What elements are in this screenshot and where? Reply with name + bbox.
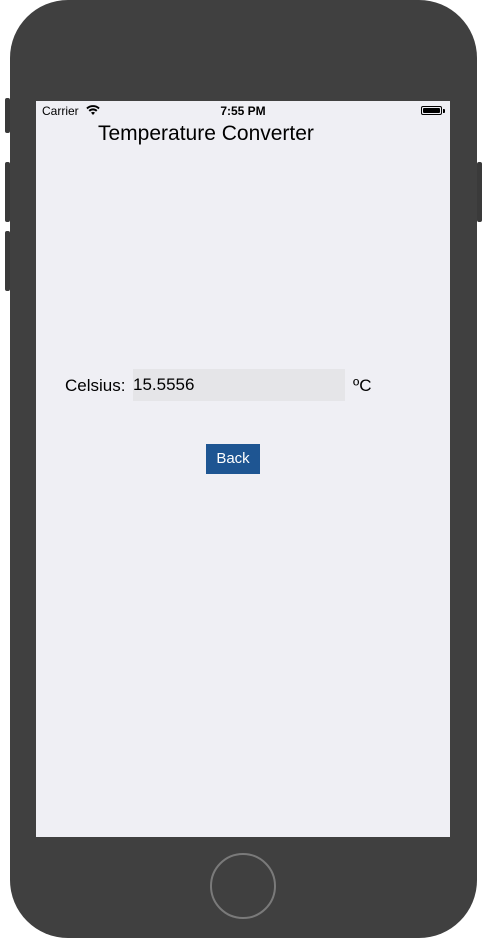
battery-icon — [421, 106, 442, 115]
celsius-label: Celsius: — [65, 376, 126, 395]
battery-tip — [443, 109, 445, 113]
status-time: 7:55 PM — [220, 104, 266, 118]
home-button[interactable] — [210, 853, 276, 919]
celsius-input[interactable]: 15.5556 — [133, 369, 345, 401]
back-button[interactable]: Back — [206, 444, 260, 474]
volume-down-button — [5, 231, 10, 291]
volume-up-button — [5, 162, 10, 222]
mute-switch — [5, 98, 10, 133]
status-bar: Carrier 7:55 PM — [36, 101, 450, 121]
power-button — [477, 162, 482, 222]
screen: Carrier 7:55 PM Temperature Converter Ce… — [36, 101, 450, 837]
celsius-unit: ºC — [353, 376, 372, 395]
page-title: Temperature Converter — [98, 122, 314, 145]
